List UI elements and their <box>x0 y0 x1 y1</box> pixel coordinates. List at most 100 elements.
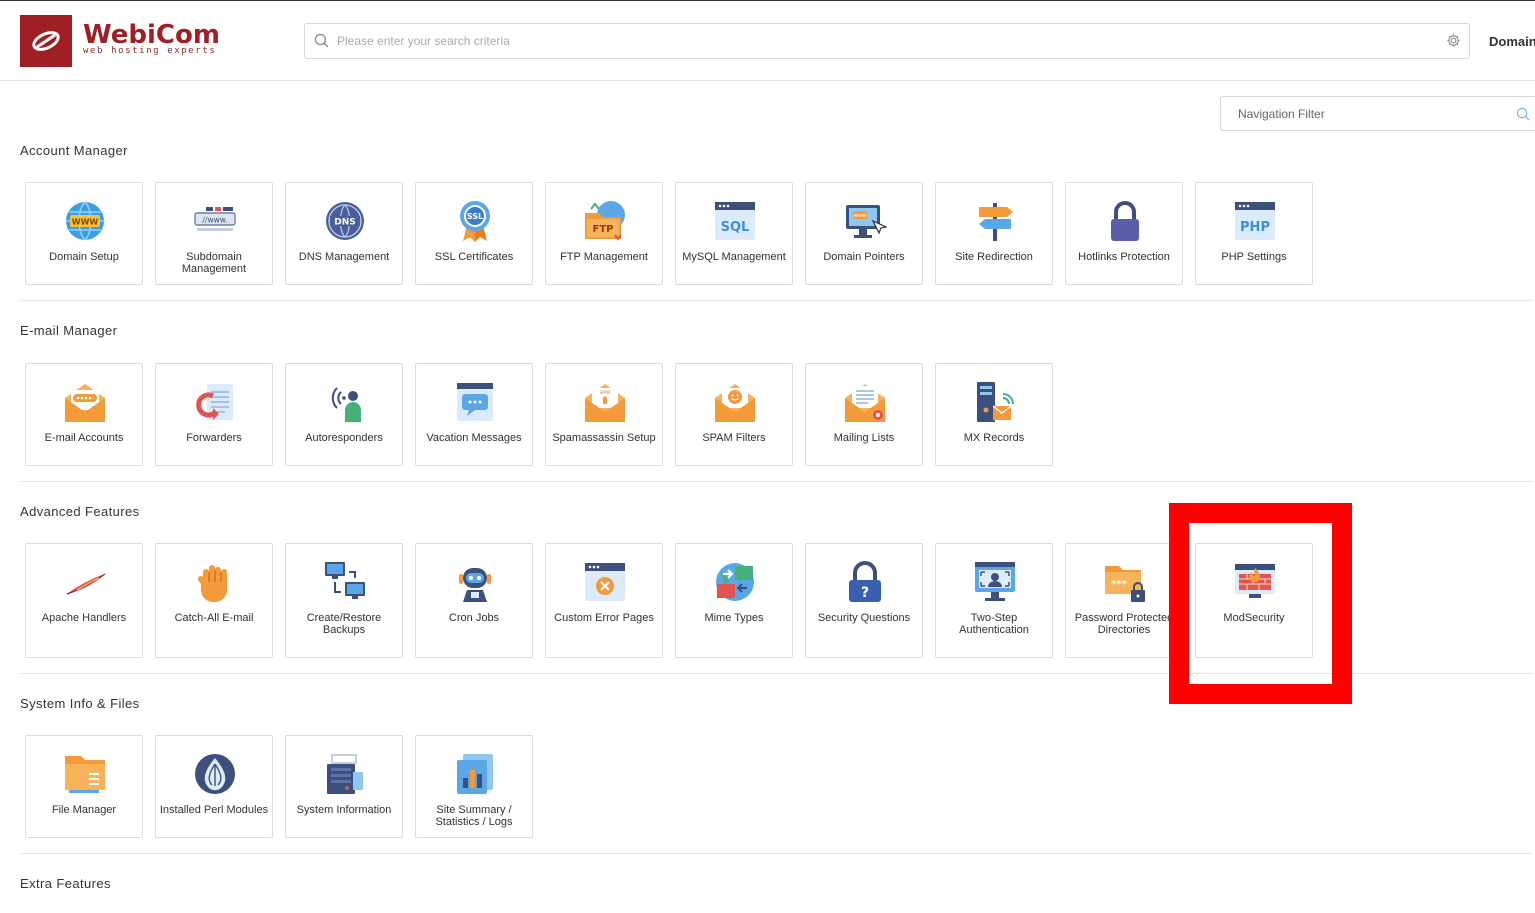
search-input[interactable] <box>335 30 1429 52</box>
tile-label: File Manager <box>51 804 117 816</box>
tile-label: Domain Pointers <box>823 251 905 263</box>
tile-apache-handlers[interactable]: Apache Handlers <box>25 543 143 658</box>
tile-domain-setup[interactable]: WWW Domain Setup <box>25 182 143 285</box>
server-info-icon <box>327 754 363 794</box>
tile-label: E-mail Accounts <box>44 432 124 444</box>
svg-text:SSL: SSL <box>467 212 483 221</box>
tile-spam-filters[interactable]: SPAM Filters <box>675 363 793 466</box>
tile-ftp-management[interactable]: FTP FTP Management <box>545 182 663 285</box>
hand-icon <box>197 565 227 602</box>
tile-vacation-messages[interactable]: Vacation Messages <box>415 363 533 466</box>
svg-text:PHP: PHP <box>1240 220 1270 235</box>
svg-text:?: ? <box>861 585 869 601</box>
tile-label: Vacation Messages <box>426 432 522 444</box>
tile-label: Subdomain Management <box>181 251 247 275</box>
statistics-icon <box>457 754 493 794</box>
tile-label: Hotlinks Protection <box>1078 251 1170 263</box>
folder-icon <box>65 756 105 793</box>
tile-installed-perl-modules[interactable]: Installed Perl Modules <box>155 735 273 838</box>
section-title-e-mail-manager: E-mail Manager <box>20 323 118 338</box>
tile-label: Forwarders <box>186 432 242 444</box>
section-title-account-manager: Account Manager <box>20 143 128 158</box>
robot-icon <box>459 568 491 602</box>
brand: WebiCom web hosting experts <box>83 21 220 56</box>
svg-text:FTP: FTP <box>593 224 614 235</box>
tile-dns-management[interactable]: DNS DNS Management <box>285 182 403 285</box>
question-lock-icon: ? <box>849 561 881 602</box>
section-title-advanced-features: Advanced Features <box>20 504 140 519</box>
tile-autoresponders[interactable]: Autoresponders <box>285 363 403 466</box>
tile-label: Installed Perl Modules <box>159 804 269 816</box>
tile-label: Two-Step Authentication <box>959 612 1029 636</box>
tile-label: Create/Restore Backups <box>306 612 382 636</box>
tile-label: Site Redirection <box>955 251 1033 263</box>
tile-label: Password Protected Directories <box>1074 612 1174 636</box>
tile-e-mail-accounts[interactable]: E-mail Accounts <box>25 363 143 466</box>
globe-www-icon: WWW <box>66 201 104 241</box>
navigation-filter-input[interactable] <box>1236 104 1500 124</box>
tile-hotlinks-protection[interactable]: Hotlinks Protection <box>1065 182 1183 285</box>
php-window-icon: PHP <box>1235 202 1275 240</box>
perl-onion-icon <box>195 754 235 794</box>
tile-mx-records[interactable]: MX Records <box>935 363 1053 466</box>
gear-icon[interactable] <box>1446 33 1461 48</box>
forward-document-icon <box>196 384 233 420</box>
tile-security-questions[interactable]: ? Security Questions <box>805 543 923 658</box>
tile-label: ModSecurity <box>1223 612 1285 624</box>
tile-label: SPAM Filters <box>702 432 766 444</box>
brand-name: WebiCom <box>83 20 220 50</box>
tile-create-restore-backups[interactable]: Create/Restore Backups <box>285 543 403 658</box>
tile-spamassassin-setup[interactable]: SPAM Spamassassin Setup <box>545 363 663 466</box>
tile-site-redirection[interactable]: Site Redirection <box>935 182 1053 285</box>
spam-envelope-icon: SPAM <box>585 384 625 422</box>
tile-label: FTP Management <box>560 251 648 263</box>
tile-label: DNS Management <box>298 251 390 263</box>
search-icon[interactable] <box>1516 107 1530 121</box>
tile-label: MX Records <box>963 432 1025 444</box>
smiley-envelope-icon <box>715 384 755 422</box>
chat-window-icon <box>457 383 493 421</box>
tile-catch-all-e-mail[interactable]: Catch-All E-mail <box>155 543 273 658</box>
tile-label: Apache Handlers <box>41 612 127 624</box>
header: WebiCom web hosting experts Domain <box>0 1 1535 81</box>
tile-label: Site Summary / Statistics / Logs <box>435 804 513 828</box>
tile-custom-error-pages[interactable]: Custom Error Pages <box>545 543 663 658</box>
subdomain-bar-icon: //www. <box>194 207 236 231</box>
tile-file-manager[interactable]: File Manager <box>25 735 143 838</box>
domain-selector[interactable]: Domain <box>1489 34 1535 49</box>
tile-site-summary-statistics-logs[interactable]: Site Summary / Statistics / Logs <box>415 735 533 838</box>
padlock-icon <box>1111 201 1139 241</box>
tile-domain-pointers[interactable]: www Domain Pointers <box>805 182 923 285</box>
two-step-monitor-icon <box>975 562 1015 601</box>
tile-modsecurity[interactable]: ModSecurity <box>1195 543 1313 658</box>
section-title-extra-features: Extra Features <box>20 876 111 891</box>
sql-window-icon: SQL <box>715 202 755 240</box>
section-divider <box>20 853 1533 854</box>
brand-tagline: web hosting experts <box>83 46 217 56</box>
svg-text:DNS: DNS <box>334 218 356 228</box>
tile-mailing-lists[interactable]: Mailing Lists <box>805 363 923 466</box>
search-icon <box>314 33 329 48</box>
tile-subdomain-management[interactable]: //www. Subdomain Management <box>155 182 273 285</box>
tile-forwarders[interactable]: Forwarders <box>155 363 273 466</box>
person-signal-icon <box>331 387 361 422</box>
logo[interactable] <box>20 15 72 67</box>
tile-cron-jobs[interactable]: Cron Jobs <box>415 543 533 658</box>
section-divider <box>20 673 1533 674</box>
tile-password-protected-directories[interactable]: *** Password Protected Directories <box>1065 543 1183 658</box>
domain-pointer-monitor-icon: www <box>846 205 887 238</box>
section-title-system-info-files: System Info & Files <box>20 696 140 711</box>
tile-label: PHP Settings <box>1221 251 1287 263</box>
signpost-icon <box>979 203 1013 241</box>
envelope-dots-icon <box>65 384 105 422</box>
tile-mime-types[interactable]: Mime Types <box>675 543 793 658</box>
tile-mysql-management[interactable]: SQL MySQL Management <box>675 182 793 285</box>
backup-computers-icon <box>325 562 365 599</box>
tile-system-information[interactable]: System Information <box>285 735 403 838</box>
svg-text:SPAM: SPAM <box>600 390 611 395</box>
dns-globe-icon: DNS <box>326 202 364 240</box>
svg-text:SQL: SQL <box>721 220 750 235</box>
tile-ssl-certificates[interactable]: SSL SSL Certificates <box>415 182 533 285</box>
tile-two-step-authentication[interactable]: Two-Step Authentication <box>935 543 1053 658</box>
tile-php-settings[interactable]: PHP PHP Settings <box>1195 182 1313 285</box>
